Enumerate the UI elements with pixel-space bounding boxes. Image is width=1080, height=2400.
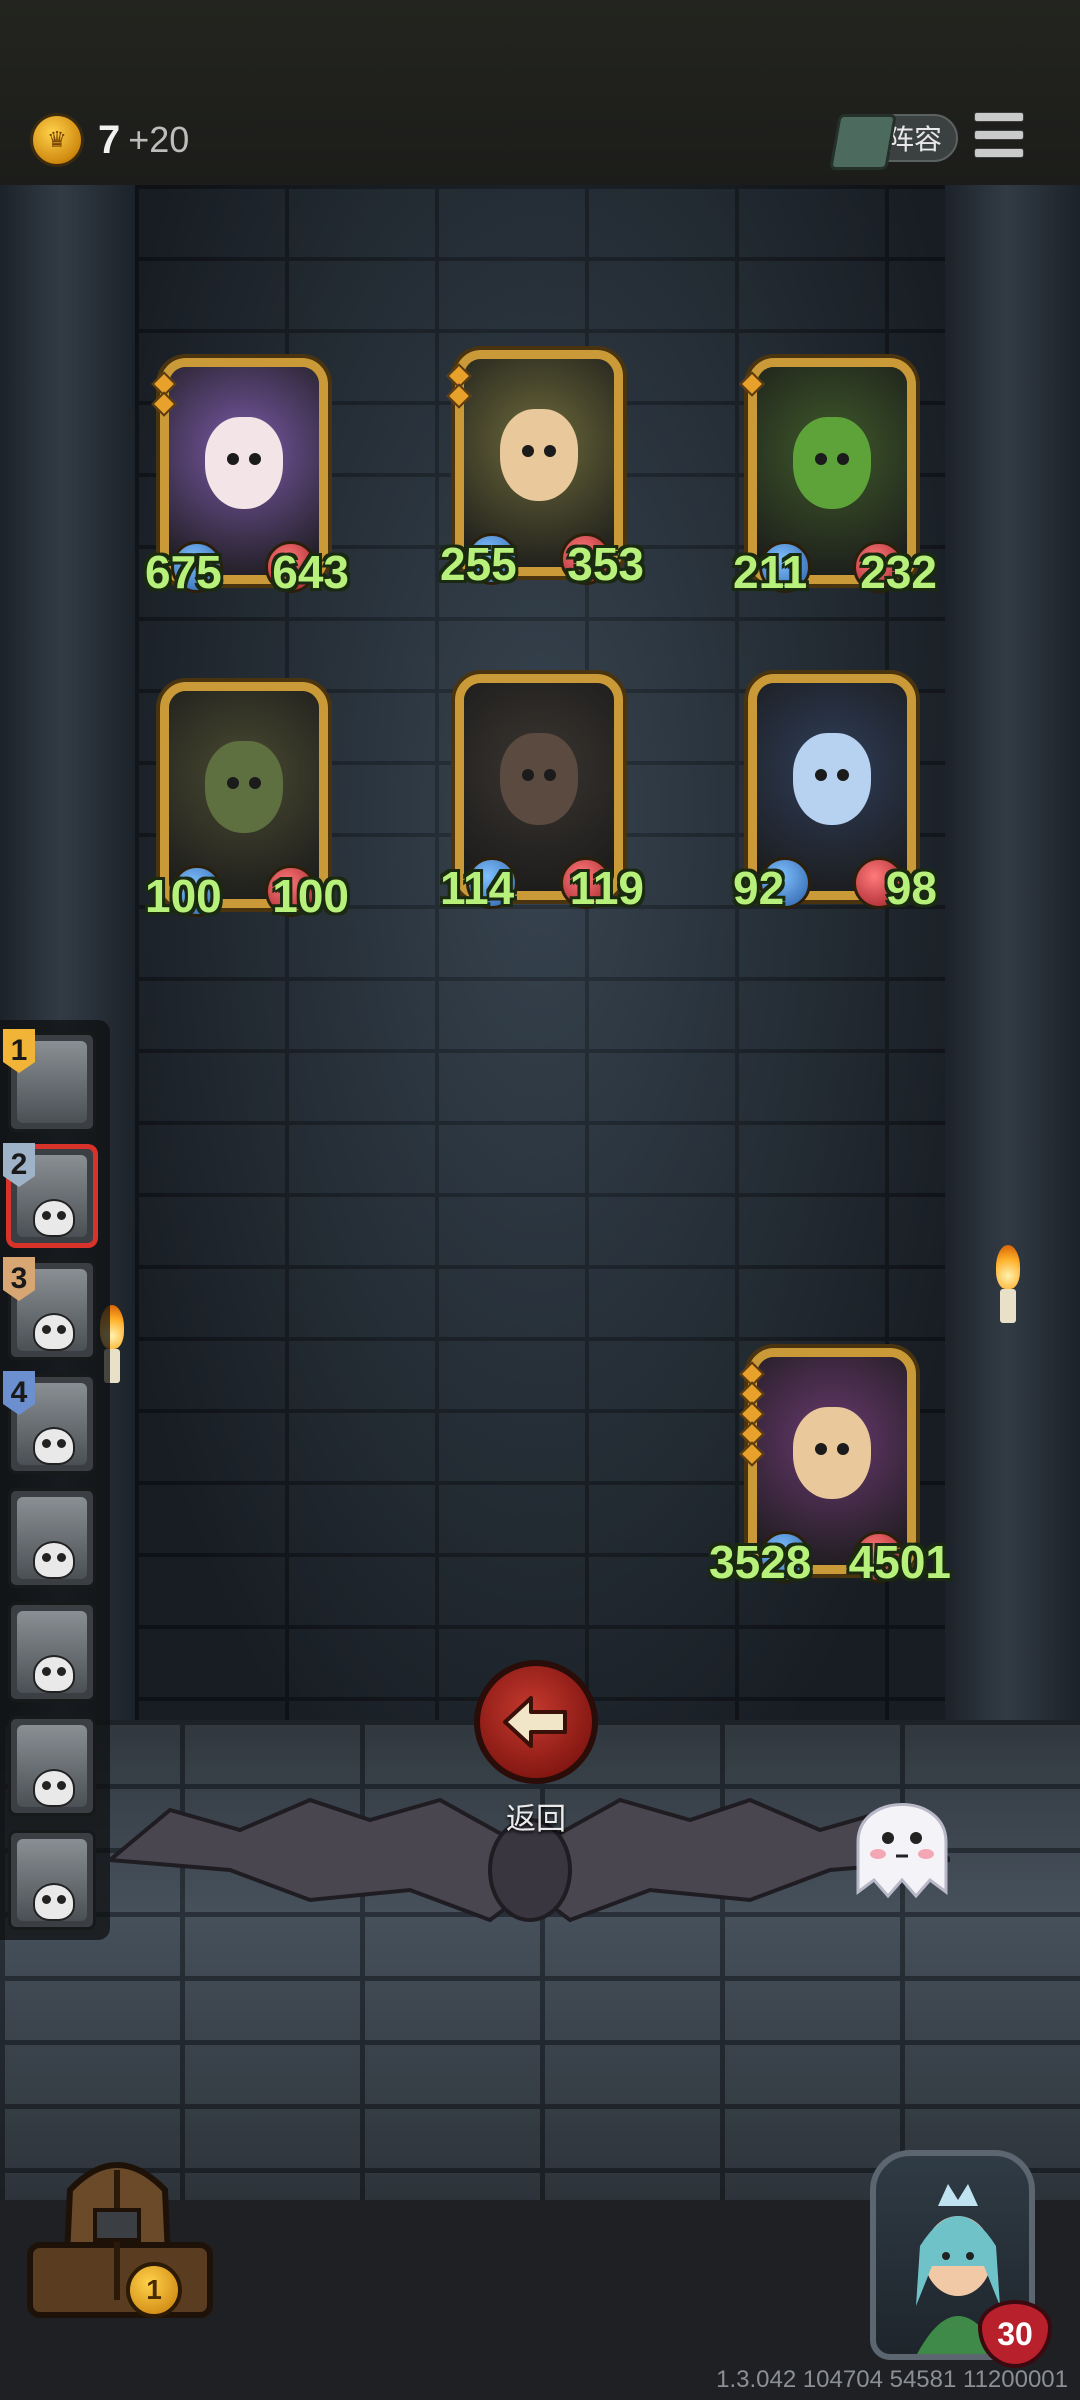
chest-count-badge: 1: [126, 2262, 182, 2318]
top-bar: ♛ 7 +20 阵容: [0, 0, 1080, 188]
unit-attack: 92: [733, 862, 785, 914]
hamburger-menu-icon[interactable]: [974, 112, 1024, 162]
unit-attack: 255: [440, 538, 517, 590]
skull-icon: [33, 1655, 75, 1693]
unit-health: 643: [272, 546, 349, 598]
unit-card-goblin-mushroom[interactable]: 100 100: [145, 682, 349, 922]
stone-pillar-right: [945, 185, 1080, 1835]
lineup-button[interactable]: 阵容: [829, 114, 958, 170]
crown-coin-icon: ♛: [30, 113, 84, 167]
star-icon: [739, 371, 765, 397]
torch-right-icon: [996, 1245, 1020, 1323]
unit-card-treasure-mimic[interactable]: 114 119: [440, 674, 644, 914]
skull-icon: [33, 1883, 75, 1921]
star-icon: [151, 391, 177, 417]
back-label: 返回: [506, 1802, 566, 1837]
unit-card-sorceress[interactable]: 675 643: [145, 358, 349, 598]
opponent-roster: 1 2 3 4: [0, 1020, 110, 1940]
lineup-book-icon: [829, 114, 897, 170]
unit-card-sprout[interactable]: 255 353: [440, 350, 644, 590]
unit-attack: 3528: [709, 1536, 812, 1588]
unit-face: [793, 732, 871, 825]
skull-icon: [33, 1313, 75, 1351]
roster-slot[interactable]: 4: [3, 1371, 96, 1474]
unit-face: [793, 416, 871, 509]
back-button[interactable]: [474, 1660, 598, 1784]
roster-slot[interactable]: 3: [3, 1257, 96, 1360]
star-rank: [739, 371, 765, 397]
skull-icon: [33, 1199, 75, 1237]
unit-health: 100: [272, 870, 349, 922]
unit-face: [500, 732, 578, 825]
gold-amount: 7: [98, 117, 121, 162]
roster-slot[interactable]: 2: [3, 1143, 96, 1246]
unit-face: [205, 416, 283, 509]
skull-icon: [33, 1541, 75, 1579]
roster-slot[interactable]: 1: [3, 1029, 96, 1132]
roster-slot[interactable]: [8, 1602, 96, 1702]
star-rank: [446, 363, 472, 409]
unit-health: 4501: [848, 1536, 951, 1588]
star-icon: [446, 383, 472, 409]
unit-health: 98: [885, 862, 937, 914]
enemy-card-sprout-boss[interactable]: 3528 4501: [709, 1348, 951, 1588]
unit-face: [793, 1406, 871, 1499]
unit-attack: 114: [440, 862, 515, 914]
star-rank: [739, 1361, 765, 1467]
skull-icon: [33, 1769, 75, 1807]
unit-health: 232: [860, 546, 937, 598]
unit-health: 119: [569, 862, 644, 914]
roster-slot[interactable]: [8, 1830, 96, 1930]
unit-face: [205, 740, 283, 833]
unit-face: [500, 408, 578, 501]
skull-icon: [33, 1427, 75, 1465]
ghost-mascot-icon[interactable]: [838, 1772, 966, 1912]
unit-attack: 675: [145, 546, 222, 598]
unit-card-elf-witch[interactable]: 92 98: [733, 674, 937, 914]
treasure-chest-icon[interactable]: [10, 2150, 225, 2330]
arrow-left-icon: [503, 1696, 567, 1748]
gold-income: +20: [128, 119, 190, 160]
roster-slot[interactable]: [8, 1488, 96, 1588]
star-icon: [739, 1441, 765, 1467]
version-text: 1.3.042 104704 54581 11200001: [716, 2366, 1068, 2393]
gold-counter: ♛ 7 +20: [30, 112, 189, 168]
unit-health: 353: [567, 538, 644, 590]
unit-card-dryad[interactable]: 211 232: [733, 358, 937, 598]
roster-slot[interactable]: [8, 1716, 96, 1816]
unit-attack: 100: [145, 870, 222, 922]
star-rank: [151, 371, 177, 417]
unit-attack: 211: [733, 546, 808, 598]
